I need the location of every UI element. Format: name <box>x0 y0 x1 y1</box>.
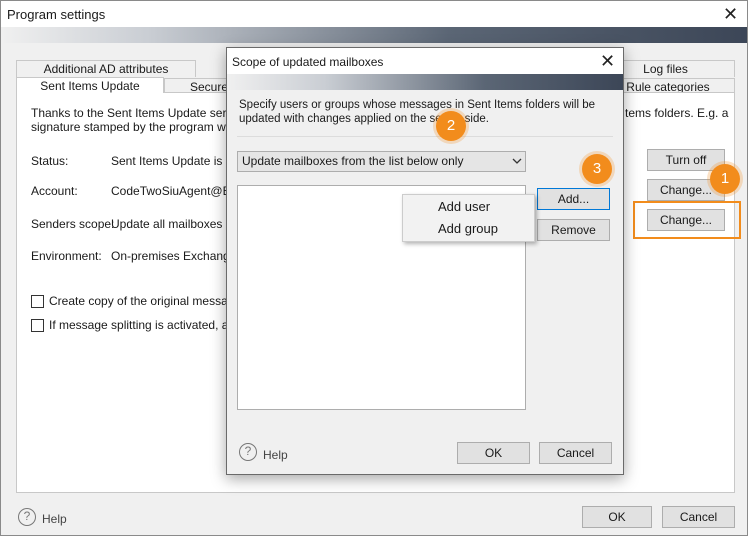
senders-scope-value: Update all mailboxes <box>111 217 223 231</box>
status-value: Sent Items Update is on <box>111 154 240 168</box>
remove-button[interactable]: Remove <box>537 219 610 241</box>
tab-sent-items-update[interactable]: Sent Items Update <box>16 77 164 93</box>
title-bar: Program settings ✕ <box>1 1 747 27</box>
help-icon[interactable]: ? <box>18 508 36 526</box>
dialog-help-icon[interactable]: ? <box>239 443 257 461</box>
cancel-button[interactable]: Cancel <box>662 506 735 528</box>
dialog-banner <box>227 74 623 90</box>
highlight-box <box>633 201 741 239</box>
intro-text-right: tems folders. E.g. a <box>625 106 729 120</box>
add-button[interactable]: Add... <box>537 188 610 210</box>
menu-item-add-group[interactable]: Add group <box>403 218 534 240</box>
header-banner <box>1 27 747 43</box>
scope-select[interactable]: Update mailboxes from the list below onl… <box>237 151 526 172</box>
tab-additional-ad-attributes[interactable]: Additional AD attributes <box>16 60 196 77</box>
step-badge-2: 2 <box>436 111 466 141</box>
intro-text-line1: Thanks to the Sent Items Update service, <box>31 106 252 120</box>
dialog-help-link[interactable]: Help <box>263 448 288 462</box>
dialog-separator <box>237 136 613 137</box>
dialog-close-icon[interactable]: ✕ <box>600 52 615 70</box>
create-copy-checkbox[interactable] <box>31 295 44 308</box>
scope-select-value: Update mailboxes from the list below onl… <box>242 154 464 168</box>
scope-dialog: Scope of updated mailboxes ✕ Specify use… <box>226 47 624 475</box>
dialog-title: Scope of updated mailboxes <box>232 55 384 69</box>
ok-button[interactable]: OK <box>582 506 652 528</box>
dialog-title-bar: Scope of updated mailboxes ✕ <box>227 48 623 74</box>
senders-scope-label: Senders scope: <box>31 217 115 231</box>
step-badge-1: 1 <box>710 164 740 194</box>
dialog-ok-button[interactable]: OK <box>457 442 530 464</box>
window-title: Program settings <box>7 7 106 22</box>
menu-item-add-user[interactable]: Add user <box>403 196 534 218</box>
help-link[interactable]: Help <box>42 512 67 526</box>
add-context-menu: Add user Add group <box>402 194 535 242</box>
close-icon[interactable]: ✕ <box>723 5 738 23</box>
message-splitting-checkbox[interactable] <box>31 319 44 332</box>
step-badge-3: 3 <box>582 154 612 184</box>
dialog-description: Specify users or groups whose messages i… <box>239 99 596 125</box>
chevron-down-icon <box>512 158 522 164</box>
status-label: Status: <box>31 154 69 168</box>
account-value: CodeTwoSiuAgent@ER. <box>111 184 243 198</box>
dialog-cancel-button[interactable]: Cancel <box>539 442 612 464</box>
environment-value: On-premises Exchange <box>111 249 237 263</box>
account-label: Account: <box>31 184 78 198</box>
environment-label: Environment: <box>31 249 102 263</box>
create-copy-label: Create copy of the original message w <box>49 294 254 308</box>
message-splitting-label: If message splitting is activated, apply <box>49 318 251 332</box>
